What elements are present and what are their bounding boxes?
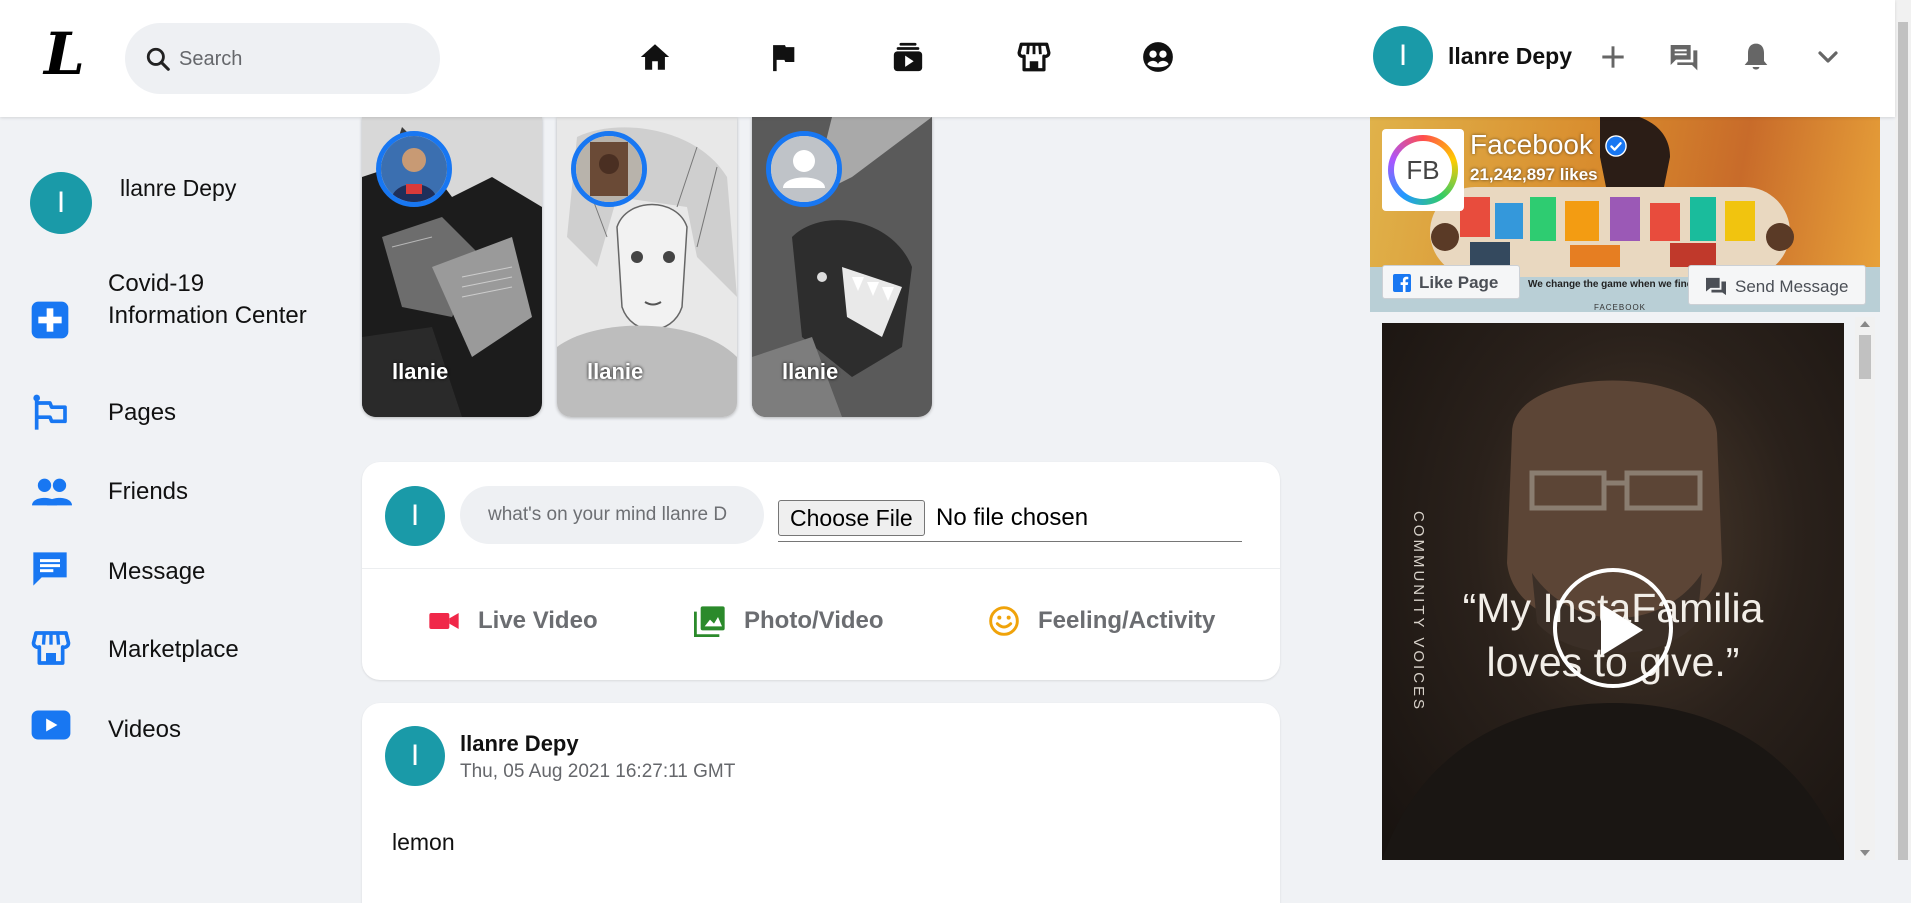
post-author-avatar[interactable]: I [385, 726, 445, 786]
sidebar-item-label: Marketplace [108, 636, 239, 663]
page-plugin: FB Facebook 21,242,897 likes Like Page W… [1370, 117, 1880, 312]
photo-icon [694, 605, 726, 637]
feeling-activity-button[interactable]: Feeling/Activity [988, 602, 1248, 642]
groups-icon[interactable] [1141, 40, 1175, 74]
page-scroll-thumb[interactable] [1898, 22, 1908, 860]
story-name: llanie [587, 359, 644, 384]
page-logo-text: FB [1394, 141, 1452, 199]
bell-icon[interactable] [1740, 41, 1772, 73]
choose-file-button[interactable]: Choose File [778, 500, 925, 536]
scroll-thumb[interactable] [1859, 335, 1871, 379]
story-card[interactable]: llanie [557, 117, 737, 417]
file-upload[interactable]: Choose File No file chosen [778, 500, 1242, 542]
messenger-icon [1706, 277, 1726, 296]
store-icon [30, 628, 74, 672]
sidebar-item-label: Covid-19 Information Center [108, 270, 307, 329]
header-user-name[interactable]: llanre Depy [1448, 43, 1572, 70]
page-footer-text: FACEBOOK [1594, 303, 1647, 312]
page-title-text: Facebook [1470, 129, 1593, 160]
facebook-icon [1393, 274, 1411, 292]
story-avatar [376, 131, 452, 207]
video-camera-icon [428, 605, 460, 637]
page-scrollbar[interactable] [1895, 0, 1911, 860]
action-label: Feeling/Activity [1038, 607, 1216, 634]
plugin-scrollbar[interactable] [1855, 317, 1875, 860]
chevron-down-icon[interactable] [1812, 41, 1844, 73]
video-ad[interactable]: COMMUNITY VOICES “My InstaFamilia loves … [1382, 323, 1844, 860]
marketplace-icon[interactable] [1017, 40, 1051, 74]
plus-icon[interactable] [1597, 41, 1629, 73]
story-name: llanie [392, 359, 449, 384]
sidebar-item-pages[interactable]: Pages [30, 393, 330, 441]
search-box[interactable] [125, 23, 440, 94]
flag-icon [30, 393, 74, 437]
action-label: Live Video [478, 607, 598, 634]
sidebar-item-message[interactable]: Message [30, 548, 330, 596]
post-author[interactable]: llanre Depy [460, 731, 579, 757]
post-card: I llanre Depy Thu, 05 Aug 2021 16:27:11 … [362, 703, 1280, 903]
composer-avatar: I [385, 486, 445, 546]
status-input[interactable] [460, 486, 764, 544]
people-icon [30, 472, 74, 516]
story-avatar [571, 131, 647, 207]
play-icon[interactable] [1553, 568, 1673, 688]
messenger-icon[interactable] [1668, 41, 1700, 73]
post-composer: I Choose File No file chosen Live Video … [362, 462, 1280, 680]
smile-icon [988, 605, 1020, 637]
page-tagline: We change the game when we find ea [1528, 279, 1707, 290]
sidebar-item-label: Pages [108, 399, 177, 426]
send-message-button[interactable]: Send Message [1688, 265, 1866, 305]
post-body: lemon [392, 829, 455, 855]
divider [362, 568, 1280, 569]
sidebar-item-marketplace[interactable]: Marketplace [30, 628, 330, 676]
sidebar-item-label: Message [108, 558, 206, 585]
flag-icon[interactable] [766, 40, 800, 74]
post-timestamp: Thu, 05 Aug 2021 16:27:11 GMT [460, 761, 736, 782]
story-card[interactable]: llanie [362, 117, 542, 417]
sidebar-item-videos[interactable]: Videos [30, 708, 330, 756]
site-logo[interactable]: L [44, 24, 98, 84]
send-message-label: Send Message [1735, 277, 1849, 296]
story-card[interactable]: llanie [752, 117, 932, 417]
sidebar-item-friends[interactable]: Friends [30, 472, 330, 520]
top-bar: L I llanre Depy [0, 0, 1895, 117]
live-video-button[interactable]: Live Video [428, 602, 618, 642]
scroll-down-icon[interactable] [1860, 850, 1870, 856]
story-name: llanie [782, 359, 839, 384]
like-page-button[interactable]: Like Page [1382, 265, 1520, 299]
page-likes: 21,242,897 likes [1470, 165, 1598, 184]
story-avatar [766, 131, 842, 207]
file-status: No file chosen [936, 504, 1089, 531]
sidebar-item-covid[interactable]: Covid-19 Information Center [30, 270, 330, 370]
page-logo[interactable]: FB [1382, 129, 1464, 211]
watch-icon[interactable] [891, 40, 925, 74]
search-input[interactable] [179, 41, 419, 77]
video-icon [30, 708, 74, 752]
photo-video-button[interactable]: Photo/Video [694, 602, 914, 642]
like-page-label: Like Page [1419, 273, 1499, 292]
chat-icon [30, 548, 74, 592]
home-icon[interactable] [638, 40, 672, 74]
header-avatar[interactable]: I [1373, 26, 1433, 86]
search-icon [145, 46, 171, 72]
sidebar-item-label: Videos [108, 716, 181, 743]
medical-cross-icon [30, 300, 74, 344]
verified-badge-icon [1604, 135, 1627, 157]
sidebar-item-label: Friends [108, 478, 189, 505]
scroll-up-icon[interactable] [1860, 321, 1870, 327]
page-title[interactable]: Facebook [1470, 129, 1627, 161]
sidebar-user-name[interactable]: llanre Depy [120, 172, 240, 204]
sidebar-avatar[interactable]: I [30, 172, 92, 234]
action-label: Photo/Video [744, 607, 884, 634]
